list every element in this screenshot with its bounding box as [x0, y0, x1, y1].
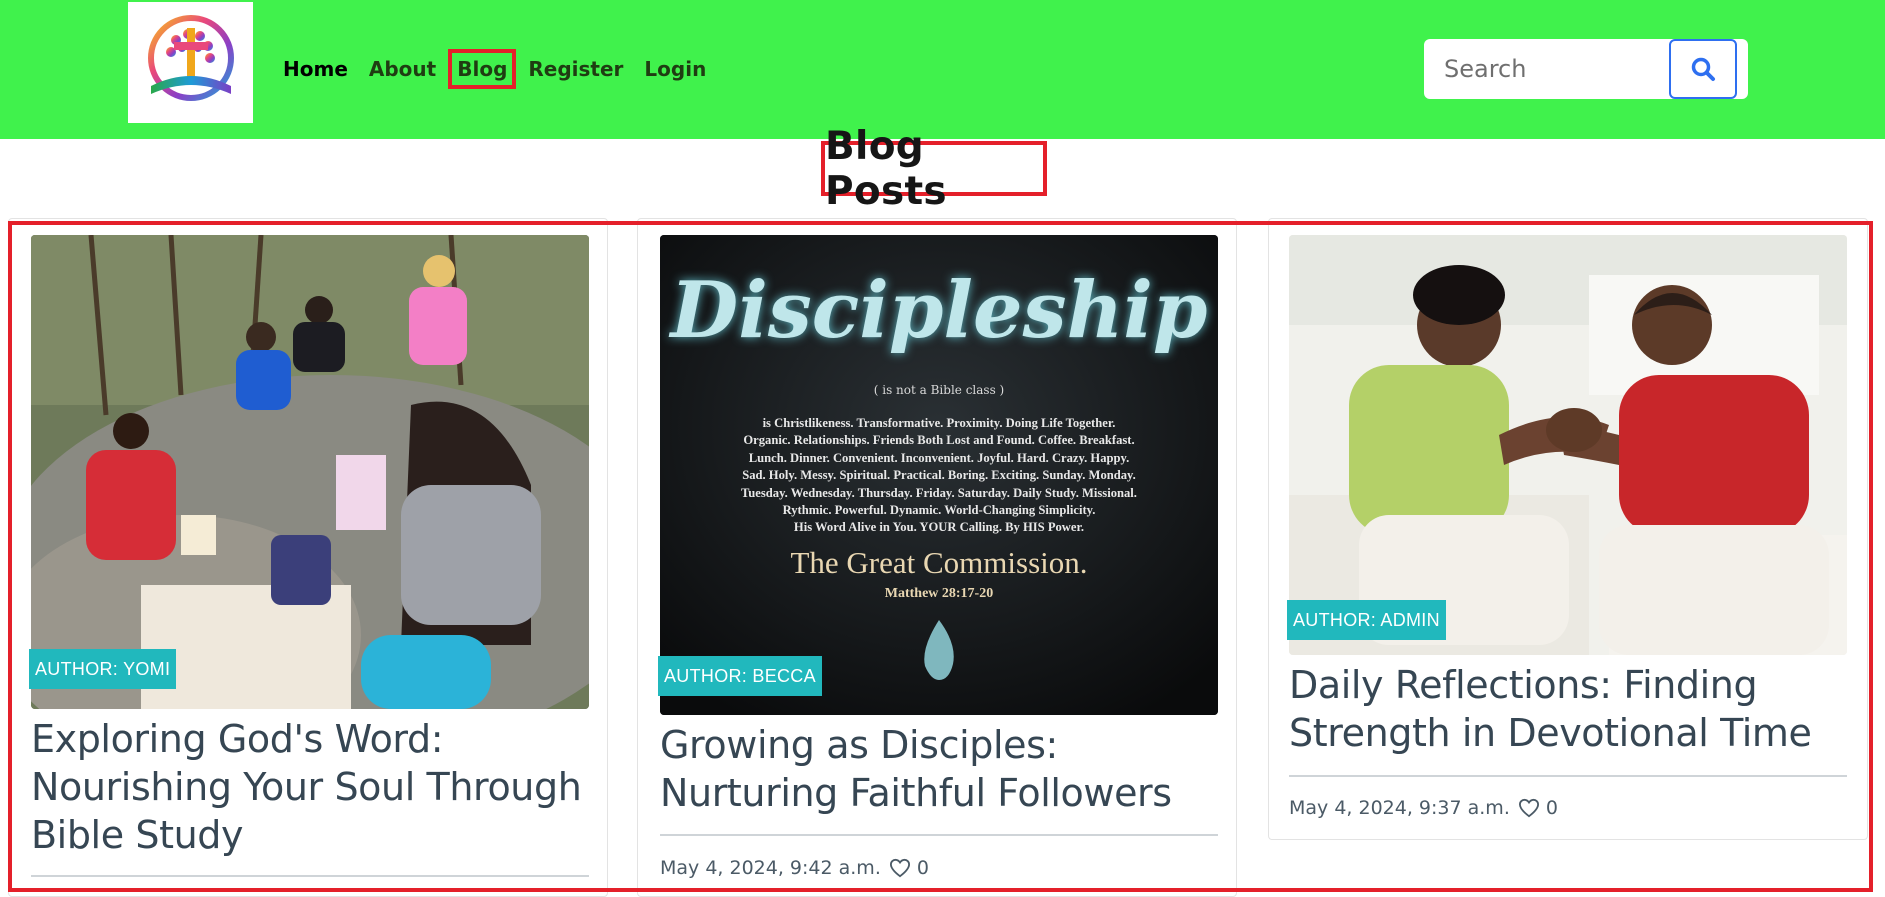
- nav-link-register[interactable]: Register: [528, 56, 623, 82]
- nav-links: Home About Blog Register Login: [283, 49, 727, 89]
- post-date: May 4, 2024, 9:42 a.m.: [660, 857, 881, 879]
- search-form: [1424, 39, 1748, 99]
- image-text-line: Organic. Relationships. Friends Both Los…: [743, 433, 1135, 448]
- discipleship-subheading: ( is not a Bible class ): [873, 383, 1005, 397]
- image-text-line: Lunch. Dinner. Convenient. Inconvenient.…: [748, 450, 1130, 465]
- image-text-line: Tuesday. Wednesday. Thursday. Friday. Sa…: [741, 485, 1137, 500]
- nav-link-blog[interactable]: Blog: [448, 49, 517, 89]
- search-icon: [1691, 57, 1715, 81]
- post-meta: May 4, 2024, 9:42 a.m. 0: [660, 857, 929, 879]
- discipleship-description: is Christlikeness. Transformative. Proxi…: [680, 415, 1198, 537]
- heart-icon[interactable]: [1518, 798, 1540, 818]
- heart-icon[interactable]: [889, 858, 911, 878]
- post-card-yomi[interactable]: AUTHOR: YOMI Exploring God's Word: Nouri…: [8, 218, 608, 897]
- post-title[interactable]: Growing as Disciples: Nurturing Faithful…: [660, 721, 1220, 817]
- nav-link-about[interactable]: About: [369, 56, 436, 82]
- post-meta: May 4, 2024, 9:37 a.m. 0: [1289, 797, 1558, 819]
- image-text-line: His Word Alive in You. YOUR Calling. By …: [793, 520, 1085, 535]
- post-image-discipleship[interactable]: Discipleship ( is not a Bible class ) is…: [660, 235, 1218, 715]
- post-title[interactable]: Daily Reflections: Finding Strength in D…: [1289, 661, 1849, 757]
- post-divider: [31, 875, 589, 877]
- image-text-line: is Christlikeness. Transformative. Proxi…: [762, 416, 1116, 430]
- verse-reference: Matthew 28:17-20: [884, 586, 994, 601]
- post-card-admin[interactable]: AUTHOR: ADMIN Daily Reflections: Finding…: [1268, 218, 1868, 840]
- author-badge: AUTHOR: YOMI: [29, 649, 177, 689]
- author-badge: AUTHOR: ADMIN: [1287, 600, 1446, 640]
- author-badge: AUTHOR: BECCA: [658, 656, 822, 696]
- post-divider: [660, 834, 1218, 836]
- navbar: Home About Blog Register Login: [0, 0, 1885, 139]
- great-commission-text: The Great Commission.: [790, 545, 1088, 580]
- like-count: 0: [916, 857, 929, 879]
- nav-link-login[interactable]: Login: [644, 56, 706, 82]
- post-image-bible-study[interactable]: [31, 235, 589, 709]
- post-title[interactable]: Exploring God's Word: Nourishing Your So…: [31, 715, 591, 859]
- page-title: Blog Posts: [825, 123, 947, 214]
- post-divider: [1289, 775, 1847, 777]
- site-logo[interactable]: [128, 2, 253, 123]
- post-image-praying-couple[interactable]: [1289, 235, 1847, 655]
- nav-link-home[interactable]: Home: [283, 56, 348, 82]
- like-count: 0: [1545, 797, 1558, 819]
- logo-icon: [147, 14, 234, 101]
- post-date: May 4, 2024, 9:37 a.m.: [1289, 797, 1510, 819]
- post-card-becca[interactable]: Discipleship ( is not a Bible class ) is…: [637, 218, 1237, 897]
- discipleship-heading: Discipleship: [670, 265, 1208, 356]
- page-title-box: Blog Posts: [821, 124, 1047, 214]
- search-button[interactable]: [1669, 39, 1737, 99]
- image-text-line: Rythmic. Powerful. Dynamic. World-Changi…: [782, 503, 1096, 518]
- image-text-line: Sad. Holy. Messy. Spiritual. Practical. …: [742, 468, 1136, 483]
- search-input[interactable]: [1424, 40, 1667, 98]
